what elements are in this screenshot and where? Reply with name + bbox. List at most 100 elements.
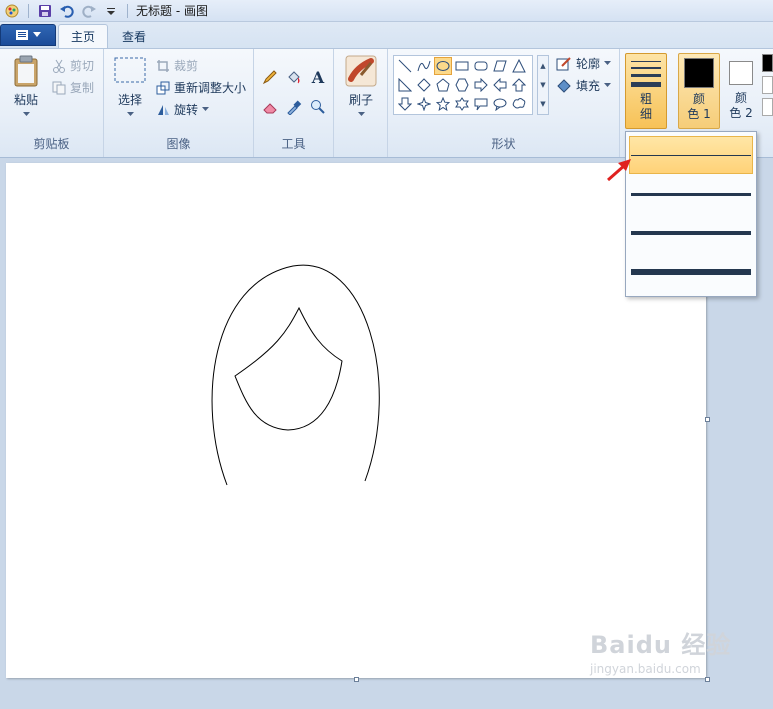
chevron-down-icon (202, 107, 210, 111)
tools-group-label: 工具 (281, 137, 306, 151)
left-arrow-shape[interactable] (491, 76, 509, 94)
color-picker-tool[interactable] (284, 97, 304, 117)
clipboard-group-label: 剪贴板 (33, 137, 70, 151)
save-icon[interactable] (37, 3, 53, 19)
color1-button[interactable]: 颜 色 1 (678, 53, 720, 129)
up-arrow-shape[interactable] (510, 76, 528, 94)
file-menu-icon (16, 30, 28, 40)
diamond-shape[interactable] (415, 76, 433, 94)
drawing-canvas[interactable] (6, 163, 706, 678)
color2-button[interactable]: 颜 色 2 (724, 53, 758, 129)
callout-cloud-icon (512, 98, 526, 109)
canvas-resize-handle-bottom[interactable] (354, 677, 359, 682)
line-icon (398, 59, 412, 73)
brushes-button[interactable]: 刷子 (342, 55, 380, 125)
hexagon-shape[interactable] (453, 76, 471, 94)
pencil-tool[interactable] (260, 67, 280, 87)
size-button[interactable]: 粗 细 (625, 53, 667, 129)
four-point-star-shape[interactable] (415, 95, 433, 113)
text-tool[interactable]: A (308, 67, 328, 87)
undo-icon[interactable] (59, 3, 75, 19)
shapes-scroll[interactable]: ▲ ▼ ▼ (537, 55, 549, 115)
pentagon-shape[interactable] (434, 76, 452, 94)
rotate-icon (158, 104, 169, 115)
size-label-line2: 细 (639, 107, 652, 121)
copy-icon (52, 81, 66, 94)
expand-gallery-icon[interactable]: ▼ (540, 100, 545, 108)
paste-button[interactable]: 粘贴 (8, 55, 44, 125)
right-arrow-shape[interactable] (472, 76, 490, 94)
rounded-rectangle-shape[interactable] (472, 57, 490, 75)
canvas-resize-handle-corner[interactable] (705, 677, 710, 682)
chevron-up-icon[interactable]: ▲ (540, 62, 545, 70)
five-point-star-shape[interactable] (434, 95, 452, 113)
paint-bucket-icon (288, 71, 300, 84)
paint-app-icon[interactable] (4, 3, 20, 19)
text-icon: A (311, 67, 325, 87)
redo-icon[interactable] (81, 3, 97, 19)
size-dropdown (625, 131, 757, 297)
quick-access-toolbar (0, 0, 130, 22)
chevron-down-icon (604, 61, 612, 65)
copy-button[interactable]: 复制 (52, 79, 94, 96)
window-title: 无标题 - 画图 (136, 4, 208, 18)
palette-swatch-white[interactable] (762, 76, 773, 94)
palette-swatch-black[interactable] (762, 54, 773, 72)
size-option-4[interactable] (629, 253, 753, 291)
size-line-4 (631, 269, 751, 275)
color2-label-line2: 色 2 (729, 106, 753, 120)
polygon-shape[interactable] (491, 57, 509, 75)
oval-callout-shape[interactable] (491, 95, 509, 113)
fill-button[interactable]: 填充 (556, 77, 612, 94)
magnifier-tool[interactable] (308, 97, 328, 117)
outline-brush-icon (556, 56, 571, 70)
size-option-2[interactable] (629, 175, 753, 213)
outline-button[interactable]: 轮廓 (556, 55, 612, 72)
eraser-tool[interactable] (260, 97, 280, 117)
rect-callout-shape[interactable] (472, 95, 490, 113)
tab-view[interactable]: 查看 (110, 24, 158, 48)
size-option-3[interactable] (629, 214, 753, 252)
chevron-down-icon[interactable]: ▼ (540, 81, 545, 89)
triangle-icon (512, 59, 526, 73)
triangle-shape[interactable] (510, 57, 528, 75)
shapes-gallery (393, 55, 533, 115)
pencil-icon (262, 70, 277, 85)
cut-button[interactable]: 剪切 (52, 57, 94, 74)
canvas-resize-handle-right[interactable] (705, 417, 710, 422)
eyedropper-icon (287, 100, 302, 115)
watermark-brand: Baidu 经验 (590, 631, 732, 659)
down-arrow-shape[interactable] (396, 95, 414, 113)
customize-qat-icon[interactable] (103, 3, 119, 19)
rotate-label: 旋转 (174, 103, 199, 117)
select-button[interactable]: 选择 (112, 57, 148, 127)
shapes-group-label: 形状 (491, 137, 516, 151)
rotate-button[interactable]: 旋转 (156, 101, 210, 118)
image-group-label: 图像 (166, 137, 191, 151)
watermark-url: jingyan.baidu.com (590, 662, 701, 676)
right-triangle-shape[interactable] (396, 76, 414, 94)
file-menu-button[interactable] (0, 24, 56, 46)
rectangle-shape[interactable] (453, 57, 471, 75)
color1-label-line1: 颜 (692, 92, 705, 106)
crop-button[interactable]: 裁剪 (156, 57, 198, 74)
callout-rect-icon (474, 98, 488, 111)
cloud-callout-shape[interactable] (510, 95, 528, 113)
curve-shape[interactable] (415, 57, 433, 75)
resize-button[interactable]: 重新调整大小 (156, 79, 246, 96)
line-shape[interactable] (396, 57, 414, 75)
chevron-down-icon (604, 83, 612, 87)
fill-bucket-icon (557, 78, 571, 93)
tab-home[interactable]: 主页 (58, 24, 109, 48)
arrow-down-icon (398, 97, 412, 111)
diamond-icon (417, 78, 431, 92)
fill-tool[interactable] (284, 67, 304, 87)
scissors-icon (53, 59, 65, 73)
palette-swatch-empty[interactable] (762, 98, 773, 116)
magnifier-icon (311, 100, 325, 114)
title-bar: 无标题 - 画图 (0, 0, 773, 22)
chevron-down-icon (33, 32, 41, 37)
oval-shape[interactable] (434, 57, 452, 75)
size-option-1[interactable] (629, 136, 753, 174)
six-point-star-shape[interactable] (453, 95, 471, 113)
